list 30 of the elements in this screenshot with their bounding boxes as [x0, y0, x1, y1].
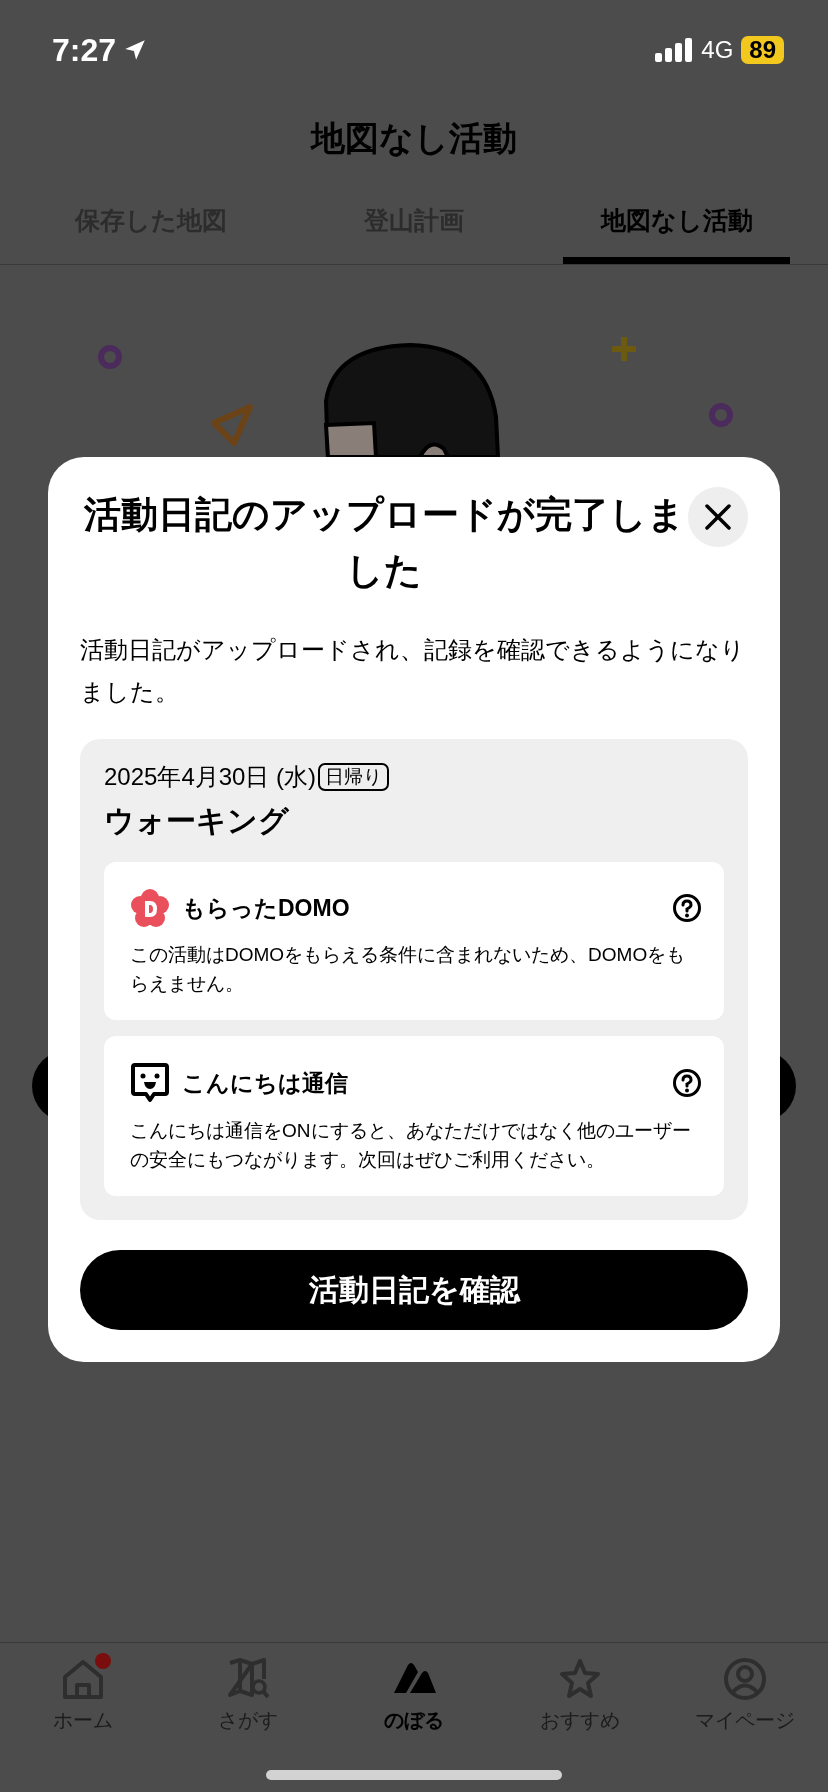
- section-text: こんにちは通信をONにすると、あなただけではなく他のユーザーの安全にもつながります。次回はぜひご利用ください。: [130, 1119, 692, 1172]
- nav-tab[interactable]: のぼる: [331, 1657, 497, 1792]
- activity-date: 2025年4月30日 (水): [104, 762, 317, 792]
- help-icon[interactable]: [672, 1068, 702, 1098]
- star-icon: [557, 1657, 602, 1701]
- section-title: もらったDOMO: [182, 893, 350, 923]
- section-title: こんにちは通信: [182, 1068, 348, 1098]
- section-text: この活動はDOMOをもらえる条件に含まれないため、DOMOをもらえません。: [130, 943, 687, 996]
- close-icon: [704, 503, 733, 531]
- battery-indicator: 89: [741, 36, 784, 64]
- day-trip-tag: 日帰り: [318, 763, 390, 791]
- ring-icon: [709, 403, 733, 427]
- tab[interactable]: 地図なし活動: [563, 200, 790, 264]
- user-icon: [723, 1657, 768, 1701]
- speech-face-icon: [130, 1062, 170, 1104]
- help-icon[interactable]: [672, 893, 702, 923]
- activity-name: ウォーキング: [104, 803, 290, 839]
- home-icon: [60, 1657, 105, 1701]
- view-diary-button[interactable]: 活動日記を確認: [80, 1250, 748, 1330]
- plus-icon: [612, 337, 636, 361]
- map-search-icon: [226, 1657, 271, 1701]
- ring-icon: [98, 345, 122, 369]
- dialog-title: 活動日記のアップロードが完了しました: [82, 493, 686, 593]
- dialog-message: 活動日記がアップロードされ、記録を確認できるようになりました。: [80, 635, 746, 707]
- status-time: 7:27: [52, 31, 117, 69]
- screen-title: 地図なし活動: [309, 118, 518, 159]
- triangle-icon: [210, 403, 254, 447]
- flower-d-icon: [130, 888, 170, 928]
- signal-icon: [655, 38, 694, 62]
- network-label: 4G: [701, 36, 734, 64]
